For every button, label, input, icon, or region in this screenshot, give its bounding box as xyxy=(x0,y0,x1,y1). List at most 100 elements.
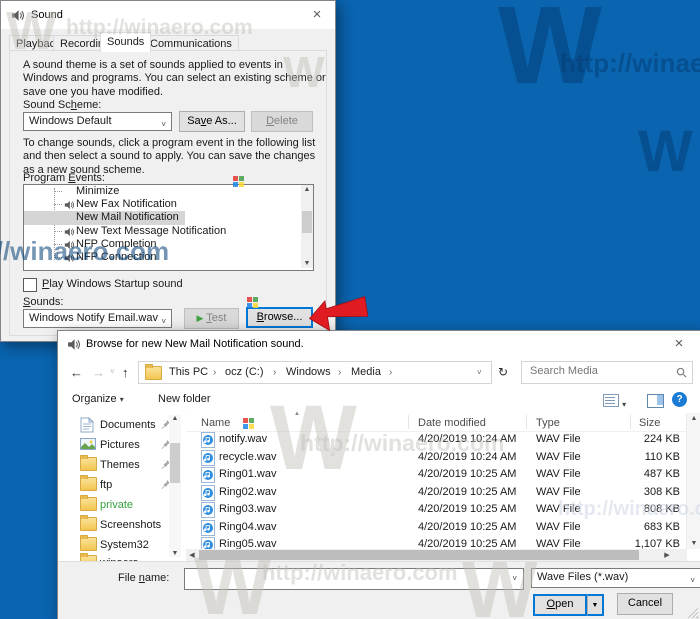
startup-sound-checkbox[interactable] xyxy=(23,278,37,292)
file-row-ring03[interactable]: Ring03.wav 4/20/2019 10:25 AM WAV File 8… xyxy=(186,501,687,519)
vertical-scrollbar[interactable]: ▲ ▼ xyxy=(686,413,700,549)
back-icon[interactable]: ← xyxy=(70,365,83,380)
refresh-icon[interactable]: ↻ xyxy=(498,365,508,379)
sidebar-item-documents[interactable]: Documents xyxy=(80,417,94,433)
scroll-down-icon[interactable]: ▼ xyxy=(301,260,313,267)
sidebar-item-system32[interactable]: System32 xyxy=(80,535,149,553)
event-item-new-fax[interactable]: New Fax Notification xyxy=(24,198,177,210)
organize-label: Organize xyxy=(72,393,117,405)
chevron-down-icon: ▾ xyxy=(622,400,627,409)
file-row-ring02[interactable]: Ring02.wav 4/20/2019 10:25 AM WAV File 3… xyxy=(186,484,687,502)
scrollbar-thumb[interactable] xyxy=(199,550,639,560)
help-icon[interactable]: ? xyxy=(672,392,687,407)
delete-button[interactable]: Delete xyxy=(251,111,313,132)
sidebar-item-themes[interactable]: Themes xyxy=(80,455,97,473)
close-icon[interactable]: × xyxy=(669,334,689,354)
scroll-right-icon[interactable]: ▶ xyxy=(661,551,673,559)
sidebar-item-ftp[interactable]: ftp xyxy=(80,475,97,493)
browse-dialog-title: Browse for new New Mail Notification sou… xyxy=(86,338,304,350)
close-icon[interactable]: × xyxy=(307,5,327,25)
sidebar-scrollbar[interactable]: ▲ ▼ xyxy=(169,415,181,557)
file-name-input[interactable] xyxy=(189,571,503,585)
wav-file-icon xyxy=(201,450,215,466)
column-header-size[interactable]: Size xyxy=(639,417,660,429)
folder-icon xyxy=(80,515,97,531)
folder-icon xyxy=(145,364,162,388)
breadcrumb-separator: › xyxy=(273,367,277,378)
breadcrumb-separator: › xyxy=(213,367,217,378)
sound-titlebar[interactable]: Sound × xyxy=(1,1,335,29)
scroll-down-icon[interactable]: ▼ xyxy=(688,540,700,547)
event-item-new-text-message[interactable]: New Text Message Notification xyxy=(24,225,226,237)
scroll-up-icon[interactable]: ▲ xyxy=(688,415,700,422)
scroll-down-icon[interactable]: ▼ xyxy=(169,550,181,557)
breadcrumb-ocz-c[interactable]: ocz (C:) xyxy=(225,362,264,383)
chevron-down-icon: ▾ xyxy=(119,395,124,404)
browse-titlebar[interactable]: Browse for new New Mail Notification sou… xyxy=(58,331,700,357)
breadcrumb-media[interactable]: Media xyxy=(351,362,381,383)
new-folder-button[interactable]: New folder xyxy=(158,393,211,405)
event-item-minimize[interactable]: Minimize xyxy=(24,185,119,197)
sidebar-item-pictures[interactable]: Pictures xyxy=(80,437,96,453)
document-icon xyxy=(80,417,94,433)
chevron-down-icon: ˅ xyxy=(161,120,166,129)
sounds-dropdown[interactable]: Windows Notify Email.wav ˅ xyxy=(23,309,172,328)
open-button[interactable]: Open xyxy=(533,594,587,616)
up-icon[interactable]: ↑ xyxy=(122,365,129,380)
cancel-button[interactable]: Cancel xyxy=(617,593,673,615)
browse-button[interactable]: Browse... xyxy=(246,307,313,328)
organize-button[interactable]: Organize ▾ xyxy=(72,393,124,405)
scrollbar-thumb[interactable] xyxy=(302,211,312,233)
address-chevron-icon[interactable]: ˅ xyxy=(477,362,482,383)
file-row-recycle[interactable]: recycle.wav 4/20/2019 10:24 AM WAV File … xyxy=(186,449,687,467)
wav-file-icon xyxy=(201,502,215,518)
sidebar-item-private[interactable]: private xyxy=(80,495,133,513)
test-button-label: Test xyxy=(206,312,227,324)
file-row-ring04[interactable]: Ring04.wav 4/20/2019 10:25 AM WAV File 6… xyxy=(186,519,687,537)
event-item-nfp-connection[interactable]: NFP Connection xyxy=(24,251,157,263)
file-name-combobox[interactable]: ˅ xyxy=(184,568,524,590)
sounds-label: Sounds: xyxy=(23,296,64,308)
breadcrumb-windows[interactable]: Windows xyxy=(286,362,331,383)
file-row-notify[interactable]: notify.wav 4/20/2019 10:24 AM WAV File 2… xyxy=(186,431,687,449)
file-row-ring01[interactable]: Ring01.wav 4/20/2019 10:25 AM WAV File 4… xyxy=(186,466,687,484)
chevron-down-icon: ˅ xyxy=(512,574,517,583)
program-events-list[interactable]: Minimize New Fax Notification New Mail N… xyxy=(23,184,314,271)
events-scrollbar[interactable]: ▲ ▼ xyxy=(301,185,313,268)
scrollbar-thumb[interactable] xyxy=(170,443,180,483)
file-row-ring05-partial[interactable]: Ring05.wav 4/20/2019 10:25 AM WAV File 1… xyxy=(186,536,687,549)
file-type-value: Wave Files (*.wav) xyxy=(537,571,629,583)
folder-icon xyxy=(80,535,97,551)
history-chevron-icon[interactable]: ˅ xyxy=(110,367,115,376)
folder-icon xyxy=(80,455,97,471)
sound-scheme-dropdown[interactable]: Windows Default ˅ xyxy=(23,112,172,131)
scroll-up-icon[interactable]: ▲ xyxy=(169,415,181,422)
address-bar: ← → ˅ ↑ This PC › ocz (C:) › Windows › M… xyxy=(58,358,700,389)
horizontal-scrollbar[interactable]: ◀ ▶ xyxy=(186,549,687,561)
open-split-dropdown[interactable]: ▼ xyxy=(587,594,604,616)
resize-grip[interactable] xyxy=(688,608,698,618)
preview-pane-icon[interactable] xyxy=(647,394,664,411)
search-input[interactable] xyxy=(528,364,672,378)
scroll-left-icon[interactable]: ◀ xyxy=(186,551,198,559)
sound-dialog-icon xyxy=(11,9,24,22)
scroll-up-icon[interactable]: ▲ xyxy=(301,186,313,193)
search-box[interactable] xyxy=(521,361,693,384)
save-as-button[interactable]: Save As... xyxy=(179,111,245,132)
test-button[interactable]: ▶ Test xyxy=(184,308,239,329)
breadcrumb[interactable]: This PC › ocz (C:) › Windows › Media › ˅ xyxy=(138,361,492,384)
column-header-date-modified[interactable]: Date modified xyxy=(418,417,486,429)
sidebar-item-screenshots[interactable]: Screenshots xyxy=(80,515,161,533)
event-item-new-mail-selected[interactable]: New Mail Notification xyxy=(24,211,185,225)
event-item-nfp-completion[interactable]: NFP Completion xyxy=(24,238,157,250)
breadcrumb-separator: › xyxy=(389,367,393,378)
views-icon[interactable]: ▾ xyxy=(603,394,626,410)
file-type-dropdown[interactable]: Wave Files (*.wav) ˅ xyxy=(531,568,700,588)
tab-sounds[interactable]: Sounds xyxy=(100,32,152,52)
breadcrumb-this-pc[interactable]: This PC xyxy=(169,362,208,383)
folder-icon xyxy=(80,475,97,491)
column-header-type[interactable]: Type xyxy=(536,417,560,429)
column-header-name[interactable]: Name xyxy=(201,417,230,429)
forward-icon[interactable]: → xyxy=(92,365,105,380)
program-events-label: Program Events: xyxy=(23,172,105,184)
